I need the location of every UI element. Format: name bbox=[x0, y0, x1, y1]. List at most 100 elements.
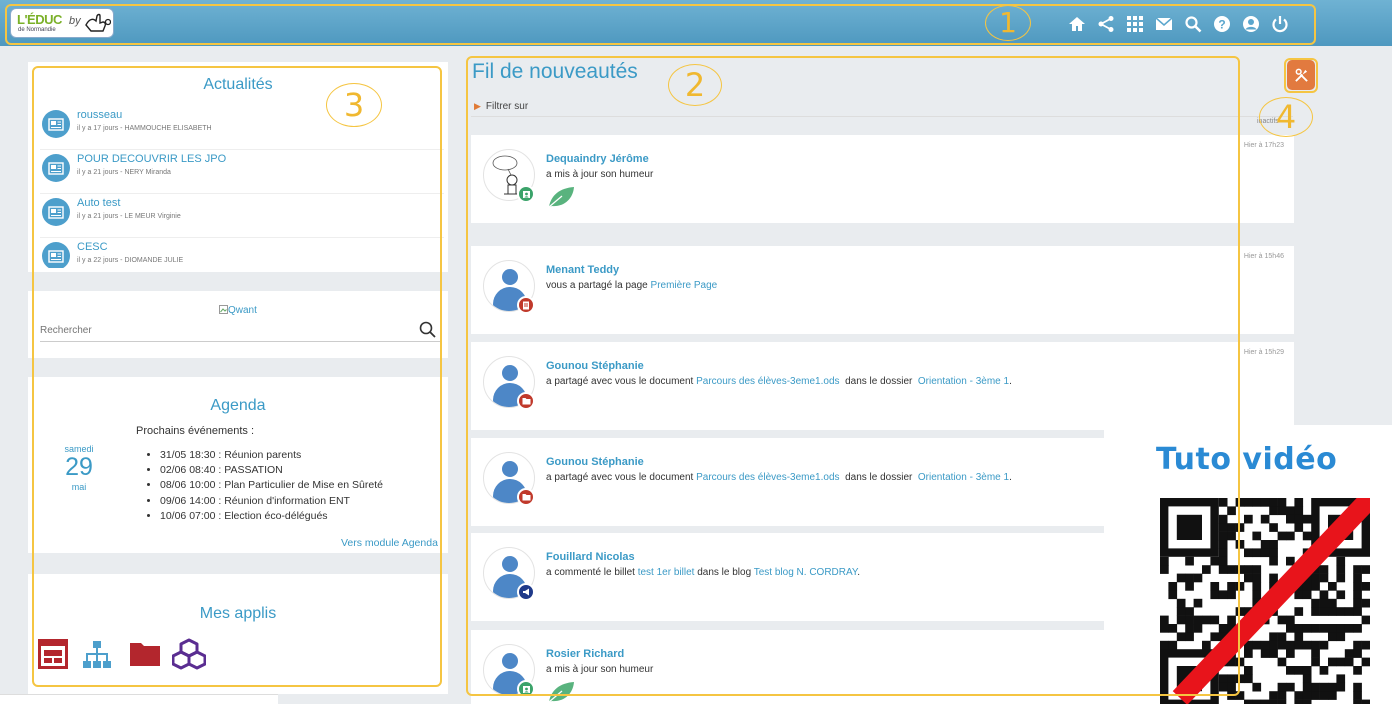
feed-author-name[interactable]: Gounou Stéphanie bbox=[546, 360, 644, 372]
qr-module bbox=[1311, 649, 1320, 658]
qr-module bbox=[1227, 674, 1236, 684]
feed-link[interactable]: Première Page bbox=[651, 280, 718, 291]
news-item[interactable]: POUR DECOUVRIR LES JPO il y a 21 jours - … bbox=[40, 150, 444, 194]
news-item[interactable]: rousseau il y a 17 jours - HAMMOUCHE ELIS… bbox=[40, 106, 444, 150]
sitemap-app-icon[interactable] bbox=[80, 637, 114, 671]
qr-module bbox=[1218, 548, 1228, 558]
feed-link[interactable]: Parcours des élèves-3eme1.ods bbox=[696, 376, 839, 387]
mail-icon[interactable] bbox=[1152, 13, 1176, 35]
feed-text-fragment: dans le dossier bbox=[839, 472, 918, 483]
agenda-event[interactable]: 08/06 10:00 : Plan Particulier de Mise e… bbox=[160, 478, 383, 493]
feed-author-name[interactable]: Menant Teddy bbox=[546, 264, 619, 276]
agenda-event[interactable]: 02/06 08:40 : PASSATION bbox=[160, 463, 383, 478]
qr-module bbox=[1311, 607, 1320, 616]
qr-module bbox=[1252, 640, 1262, 650]
qr-module bbox=[1277, 498, 1287, 507]
cubes-app-icon[interactable] bbox=[172, 637, 206, 671]
agenda-month: mai bbox=[71, 482, 87, 492]
qr-module bbox=[1277, 632, 1287, 642]
qr-module bbox=[1319, 607, 1329, 616]
callout-number-1: 1 bbox=[985, 5, 1031, 41]
news-item-title[interactable]: rousseau bbox=[77, 109, 122, 121]
qr-module bbox=[1269, 691, 1278, 700]
qr-module bbox=[1193, 615, 1203, 625]
news-item-title[interactable]: CESC bbox=[77, 241, 108, 253]
leaf-mood-icon bbox=[548, 682, 574, 703]
qr-module bbox=[1269, 699, 1278, 704]
qr-module bbox=[1294, 506, 1304, 516]
feed-activity-text: a partagé avec vous le document Parcours… bbox=[546, 472, 1012, 483]
feed-link[interactable]: Parcours des élèves-3eme1.ods bbox=[696, 472, 839, 483]
search-submit-icon[interactable] bbox=[418, 320, 438, 340]
feed-author-name[interactable]: Gounou Stéphanie bbox=[546, 456, 644, 468]
feed-link[interactable]: Test blog N. CORDRAY bbox=[754, 567, 858, 578]
power-icon[interactable] bbox=[1268, 13, 1292, 35]
news-item-title[interactable]: Auto test bbox=[77, 197, 120, 209]
qr-module bbox=[1353, 590, 1362, 600]
news-item-title[interactable]: POUR DECOUVRIR LES JPO bbox=[77, 153, 226, 165]
feed-text-fragment: vous a partagé la page bbox=[546, 280, 651, 291]
qr-module bbox=[1235, 540, 1245, 549]
qr-module bbox=[1252, 531, 1262, 541]
qr-code-crossed-out[interactable] bbox=[1160, 498, 1370, 704]
qr-module bbox=[1202, 640, 1211, 650]
news-widget-title: Actualités bbox=[203, 76, 273, 93]
agenda-event[interactable]: 09/06 14:00 : Réunion d'information ENT bbox=[160, 494, 383, 509]
qr-module bbox=[1269, 540, 1278, 549]
qr-module bbox=[1244, 514, 1253, 524]
avatar-head bbox=[502, 269, 518, 285]
feed-author-name[interactable]: Fouillard Nicolas bbox=[546, 551, 635, 563]
qr-module bbox=[1311, 598, 1320, 608]
agenda-module-link[interactable]: Vers module Agenda bbox=[341, 537, 438, 549]
agenda-event[interactable]: 31/05 18:30 : Réunion parents bbox=[160, 448, 383, 463]
feed-author-name[interactable]: Dequaindry Jérôme bbox=[546, 153, 649, 165]
qr-module bbox=[1319, 691, 1329, 700]
qr-module bbox=[1328, 632, 1337, 642]
feed-text-fragment: a mis à jour son humeur bbox=[546, 664, 654, 675]
folder-app-icon[interactable] bbox=[128, 637, 162, 671]
feed-link[interactable]: test 1er billet bbox=[638, 567, 695, 578]
news-item[interactable]: Auto test il y a 21 jours - LE MEUR Virgi… bbox=[40, 194, 444, 238]
help-icon[interactable]: ? bbox=[1210, 13, 1234, 35]
qr-module bbox=[1244, 565, 1253, 574]
tools-button[interactable] bbox=[1287, 60, 1315, 90]
feed-link[interactable]: Orientation - 3ème 1 bbox=[918, 376, 1009, 387]
qr-module bbox=[1185, 607, 1194, 616]
qr-module bbox=[1235, 582, 1245, 591]
feed-timestamp: Hier à 15h46 bbox=[1243, 253, 1284, 260]
feed-link[interactable]: Orientation - 3ème 1 bbox=[918, 472, 1009, 483]
qr-module bbox=[1193, 573, 1203, 583]
calendar-app-icon[interactable] bbox=[36, 637, 70, 671]
qr-module bbox=[1302, 682, 1312, 692]
agenda-event[interactable]: 10/06 07:00 : Election éco-délégués bbox=[160, 509, 383, 524]
search-input[interactable] bbox=[40, 320, 442, 342]
news-item[interactable]: CESC il y a 22 jours - DIOMANDE JULIE bbox=[40, 238, 444, 268]
qr-module bbox=[1361, 565, 1370, 574]
apps-grid-icon[interactable] bbox=[1123, 13, 1147, 35]
feed-title: Fil de nouveautés bbox=[472, 60, 638, 83]
app-logo[interactable]: L'ÉDUC de Normandie by bbox=[10, 8, 114, 38]
search-icon[interactable] bbox=[1181, 13, 1205, 35]
feed-text-fragment: dans le dossier bbox=[839, 376, 918, 387]
qr-module bbox=[1319, 565, 1329, 574]
qr-module bbox=[1328, 682, 1337, 692]
qr-module bbox=[1218, 624, 1228, 633]
qr-module bbox=[1252, 565, 1262, 574]
qr-module bbox=[1269, 506, 1278, 516]
feed-author-name[interactable]: Rosier Richard bbox=[546, 648, 624, 660]
share-icon[interactable] bbox=[1094, 13, 1118, 35]
qr-module bbox=[1193, 598, 1203, 608]
qr-module bbox=[1336, 607, 1346, 616]
qr-module bbox=[1353, 691, 1362, 700]
qr-module bbox=[1160, 624, 1169, 633]
user-icon[interactable] bbox=[1239, 13, 1263, 35]
qr-finder-pattern bbox=[1160, 498, 1219, 557]
agenda-title: Agenda bbox=[210, 397, 266, 414]
qr-module bbox=[1244, 699, 1253, 704]
qr-module bbox=[1336, 632, 1346, 642]
qr-module bbox=[1218, 565, 1228, 574]
qr-module bbox=[1344, 607, 1354, 616]
feed-filter-toggle[interactable]: ▶ Filtrer sur bbox=[474, 101, 528, 112]
home-icon[interactable] bbox=[1065, 13, 1089, 35]
qr-module bbox=[1277, 682, 1287, 692]
